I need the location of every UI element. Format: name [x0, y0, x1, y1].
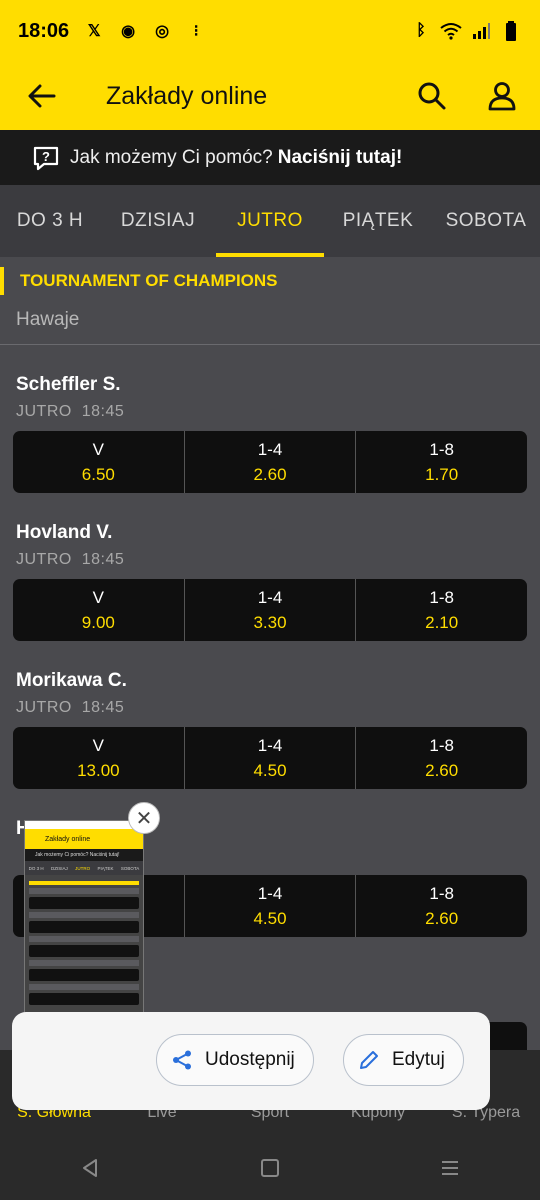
odd-button[interactable]: 1-8 2.60: [356, 727, 527, 789]
thumbnail-tabs: DO 3 H DZISIAJ JUTRO PIĄTEK SOBOTA: [25, 861, 143, 875]
back-button[interactable]: [14, 68, 70, 124]
arrow-left-icon: [28, 84, 56, 108]
odd-button[interactable]: V 13.00: [13, 727, 185, 789]
thumbnail-title: Zakłady online: [25, 829, 143, 849]
tab-jutro[interactable]: JUTRO: [216, 185, 324, 257]
event-time: JUTRO 18:45: [16, 699, 125, 716]
odds-row: V 13.00 1-4 4.50 1-8 2.60: [13, 727, 527, 789]
help-text: Jak możemy Ci pomóc?: [70, 146, 273, 168]
odd-button[interactable]: 1-4 4.50: [185, 875, 357, 937]
odd-button[interactable]: 1-4 2.60: [185, 431, 357, 493]
day-tabs: DO 3 H DZISIAJ JUTRO PIĄTEK SOBOTA: [0, 185, 540, 257]
odd-button[interactable]: 1-8 1.70: [356, 431, 527, 493]
recents-nav-button[interactable]: [439, 1157, 461, 1184]
help-banner[interactable]: ? Jak możemy Ci pomóc? Naciśnij tutaj!: [0, 130, 540, 185]
odd-button[interactable]: 1-4 4.50: [185, 727, 357, 789]
tab-piatek[interactable]: PIĄTEK: [324, 185, 432, 257]
home-nav-button[interactable]: [259, 1157, 281, 1184]
battery-icon: [500, 20, 522, 42]
steps-icon: ⁝: [193, 23, 199, 40]
odd-button[interactable]: 1-8 2.60: [356, 875, 527, 937]
odds-row: V 9.00 1-4 3.30 1-8 2.10: [13, 579, 527, 641]
tournament-header: TOURNAMENT OF CHAMPIONS Hawaje: [0, 257, 540, 345]
tournament-name: TOURNAMENT OF CHAMPIONS: [20, 271, 278, 290]
x-app-icon: 𝕏: [87, 23, 101, 40]
tab-do-3h[interactable]: DO 3 H: [0, 185, 100, 257]
odds-row: V 6.50 1-4 2.60 1-8 1.70: [13, 431, 527, 493]
signal-icon: [470, 20, 492, 42]
event-time: JUTRO 18:45: [16, 551, 125, 568]
help-link[interactable]: Naciśnij tutaj!: [278, 147, 403, 169]
share-icon: [173, 1050, 191, 1070]
player-name: Hovland V.: [16, 522, 113, 543]
player-item: Morikawa C. JUTRO 18:45 V 13.00 1-4 4.50 1…: [0, 641, 540, 789]
player-name: Scheffler S.: [16, 374, 121, 395]
user-icon: [488, 82, 516, 111]
status-time: 18:06: [18, 19, 70, 42]
svg-text:?: ?: [42, 149, 50, 164]
edit-button[interactable]: Edytuj: [343, 1034, 464, 1086]
share-button[interactable]: Udostępnij: [156, 1034, 314, 1086]
tab-dzisiaj[interactable]: DZISIAJ: [100, 185, 216, 257]
help-icon: ?: [33, 146, 59, 170]
event-time: JUTRO 18:45: [16, 403, 125, 420]
pencil-icon: [360, 1051, 378, 1069]
search-icon: [418, 82, 446, 110]
player-item: Scheffler S. JUTRO 18:45 V 6.50 1-4 2.60 1…: [0, 345, 540, 493]
tournament-marker: [0, 267, 4, 295]
player-item: Hovland V. JUTRO 18:45 V 9.00 1-4 3.30 1-8…: [0, 493, 540, 641]
screenshot-actions-panel: Udostępnij Edytuj: [12, 1012, 490, 1110]
status-bar: 18:06 𝕏 ◉ ◎ ⁝ ᛒ: [0, 0, 540, 62]
edit-label: Edytuj: [392, 1049, 445, 1070]
chrome-icon: ◎: [155, 23, 170, 40]
app-bar: Zakłady online: [0, 62, 540, 130]
system-nav: [0, 1140, 540, 1200]
search-button[interactable]: [408, 68, 456, 124]
wifi-icon: [440, 20, 462, 42]
player-name: Morikawa C.: [16, 670, 127, 691]
thumbnail-help: Jak możemy Ci pomóc? Naciśnij tutaj!: [25, 849, 143, 861]
tournament-location: Hawaje: [16, 309, 80, 330]
close-icon: ✕: [135, 807, 153, 830]
bluetooth-icon: ᛒ: [416, 22, 426, 39]
app-notification-icon: ◉: [121, 23, 136, 40]
close-thumbnail-button[interactable]: ✕: [128, 802, 160, 834]
odd-button[interactable]: V 9.00: [13, 579, 185, 641]
odd-button[interactable]: 1-4 3.30: [185, 579, 357, 641]
page-title: Zakłady online: [106, 81, 268, 110]
menu-recents-icon: [442, 1160, 458, 1175]
square-home-icon: [261, 1158, 279, 1177]
share-label: Udostępnij: [205, 1049, 295, 1070]
account-button[interactable]: [478, 68, 526, 124]
odd-button[interactable]: 1-8 2.10: [356, 579, 527, 641]
triangle-back-icon: [83, 1158, 97, 1177]
back-nav-button[interactable]: [79, 1157, 101, 1184]
odd-button[interactable]: V 6.50: [13, 431, 185, 493]
tab-sobota[interactable]: SOBOTA: [432, 185, 540, 257]
